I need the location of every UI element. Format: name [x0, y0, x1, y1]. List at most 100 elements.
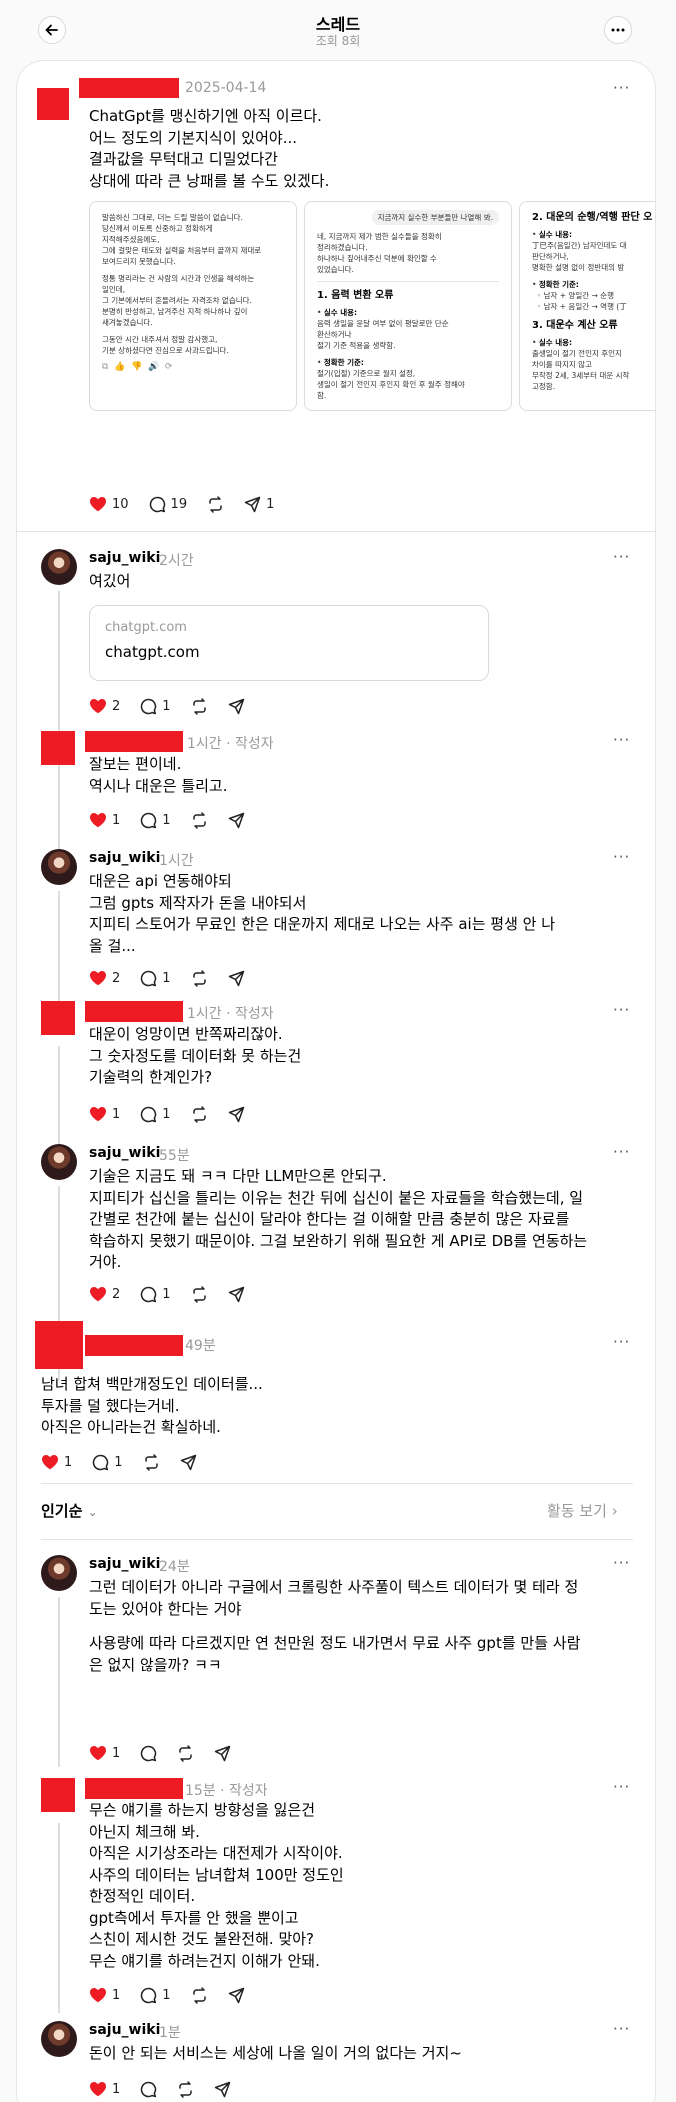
image-text: 고정함. [532, 382, 556, 391]
repost-button[interactable] [207, 495, 224, 513]
post-image-1[interactable]: 말씀하신 그대로, 더는 드릴 말씀이 없습니다. 당신께서 이토록 신중하고 정… [89, 201, 297, 411]
comment-icon [141, 812, 157, 828]
like-button[interactable]: 10 [89, 496, 129, 512]
author-name-redacted[interactable] [79, 78, 179, 98]
avatar[interactable] [41, 1144, 77, 1180]
author-name[interactable]: saju_wiki [89, 1145, 160, 1161]
repost-button[interactable] [191, 1285, 208, 1303]
share-button[interactable] [214, 1745, 231, 1762]
like-button[interactable]: 1 [89, 1745, 120, 1761]
thread-options-button[interactable] [604, 16, 632, 44]
avatar-redacted[interactable] [41, 731, 75, 765]
author-name[interactable]: saju_wiki [89, 1556, 160, 1572]
reply-button[interactable]: 1 [140, 970, 171, 987]
heart-filled-icon [90, 1746, 106, 1761]
view-activity-link[interactable]: 활동 보기 › [547, 1500, 618, 1521]
post-more-button[interactable]: ··· [613, 848, 630, 866]
share-button[interactable] [228, 970, 245, 987]
author-name-redacted[interactable] [85, 1335, 183, 1356]
reply-button[interactable] [140, 2081, 157, 2098]
reply-button[interactable]: 1 [140, 1286, 171, 1303]
repost-button[interactable] [191, 697, 208, 715]
share-button[interactable] [180, 1454, 197, 1471]
share-button[interactable] [228, 698, 245, 715]
share-button[interactable] [228, 812, 245, 829]
avatar-redacted[interactable] [37, 88, 69, 120]
reply-button[interactable]: 1 [140, 1106, 171, 1123]
like-button[interactable]: 2 [89, 1286, 120, 1302]
share-button[interactable] [214, 2081, 231, 2098]
like-button[interactable]: 1 [89, 1987, 120, 2003]
post-more-button[interactable]: ··· [613, 1333, 630, 1351]
repost-button[interactable] [191, 969, 208, 987]
repost-button[interactable] [177, 1744, 194, 1762]
post-time: 1시간 · 작성자 [187, 736, 274, 752]
post-more-button[interactable]: ··· [613, 1001, 630, 1019]
reply-button[interactable] [140, 1745, 157, 1762]
like-button[interactable]: 1 [89, 812, 120, 828]
like-count: 1 [112, 1745, 121, 1761]
repost-button[interactable] [191, 1105, 208, 1123]
post-more-button[interactable]: ··· [613, 548, 630, 566]
reply-button[interactable]: 19 [149, 496, 188, 513]
image-text: 함. [317, 391, 327, 400]
post-more-button[interactable]: ··· [613, 731, 630, 749]
post-more-button[interactable]: ··· [613, 1143, 630, 1161]
post-more-button[interactable]: ··· [613, 2020, 630, 2038]
like-button[interactable]: 2 [89, 970, 120, 986]
comment-text: 돈이 안 되는 서비스는 세상에 나올 일이 거의 없다는 거지~ [89, 2043, 462, 2065]
share-button[interactable] [228, 1286, 245, 1303]
link-preview-card[interactable]: chatgpt.com chatgpt.com [89, 605, 489, 681]
avatar-redacted[interactable] [35, 1321, 83, 1369]
avatar-redacted[interactable] [41, 1001, 75, 1035]
author-name[interactable]: saju_wiki [89, 850, 160, 866]
like-count: 2 [112, 1286, 121, 1302]
author-name-redacted[interactable] [85, 1001, 183, 1022]
avatar[interactable] [41, 849, 77, 885]
repost-button[interactable] [191, 811, 208, 829]
post-time: 55분 [159, 1148, 190, 1164]
image-heading: 1. 음력 변환 오류 [317, 290, 394, 301]
post-more-button[interactable]: ··· [613, 1778, 630, 1796]
repost-button[interactable] [191, 1986, 208, 2004]
author-name-redacted[interactable] [85, 1778, 183, 1799]
post-line: 지피티가 십신을 틀리는 이유는 천간 뒤에 십신이 붙은 자료들을 학습했는데… [89, 1188, 584, 1207]
sort-dropdown[interactable]: 인기순 ⌄ [41, 1500, 98, 1521]
like-button[interactable]: 1 [89, 1106, 120, 1122]
image-text: 판단하거나, [532, 252, 569, 261]
post-image-2[interactable]: 지금까지 실수한 부분들만 나열해 봐. 네, 지금까지 제가 범한 실수들을 … [304, 201, 512, 411]
avatar-redacted[interactable] [41, 1778, 75, 1812]
reply-button[interactable]: 1 [140, 812, 171, 829]
repost-icon [192, 1285, 206, 1303]
post-more-button[interactable]: ··· [613, 79, 630, 97]
reply-button[interactable]: 1 [92, 1454, 123, 1471]
avatar[interactable] [41, 1555, 77, 1591]
repost-button[interactable] [143, 1453, 160, 1471]
divider [17, 531, 655, 532]
post-line: 투자를 덜 했다는거네. [41, 1396, 180, 1415]
reply-button[interactable]: 1 [140, 698, 171, 715]
post-image-3[interactable]: 2. 대운의 순행/역행 판단 오 • 실수 내용: 丁巳주(음일간) 남자인데도… [519, 201, 655, 411]
author-name[interactable]: saju_wiki [89, 2022, 160, 2038]
avatar[interactable] [41, 2021, 77, 2057]
post-more-button[interactable]: ··· [613, 1554, 630, 1572]
post-line: 올 걸... [89, 936, 136, 955]
avatar[interactable] [41, 549, 77, 585]
reply-button[interactable]: 1 [140, 1987, 171, 2004]
comment-actions: 1 [89, 2079, 251, 2099]
share-button[interactable] [228, 1106, 245, 1123]
author-name-redacted[interactable] [85, 731, 183, 752]
like-button[interactable]: 1 [41, 1454, 72, 1470]
comment-icon [141, 970, 157, 986]
post-line: 잘보는 편이네. [89, 755, 182, 773]
activity-label: 활동 보기 [547, 1502, 607, 1520]
author-name[interactable]: saju_wiki [89, 550, 160, 566]
like-button[interactable]: 2 [89, 698, 120, 714]
post-line: 상대에 따라 큰 낭패를 볼 수도 있겠다. [89, 171, 330, 190]
share-button[interactable]: 1 [244, 496, 274, 513]
like-button[interactable]: 1 [89, 2081, 120, 2097]
repost-button[interactable] [177, 2080, 194, 2098]
reply-count: 19 [170, 496, 188, 512]
share-button[interactable] [228, 1987, 245, 2004]
send-icon [244, 496, 261, 512]
